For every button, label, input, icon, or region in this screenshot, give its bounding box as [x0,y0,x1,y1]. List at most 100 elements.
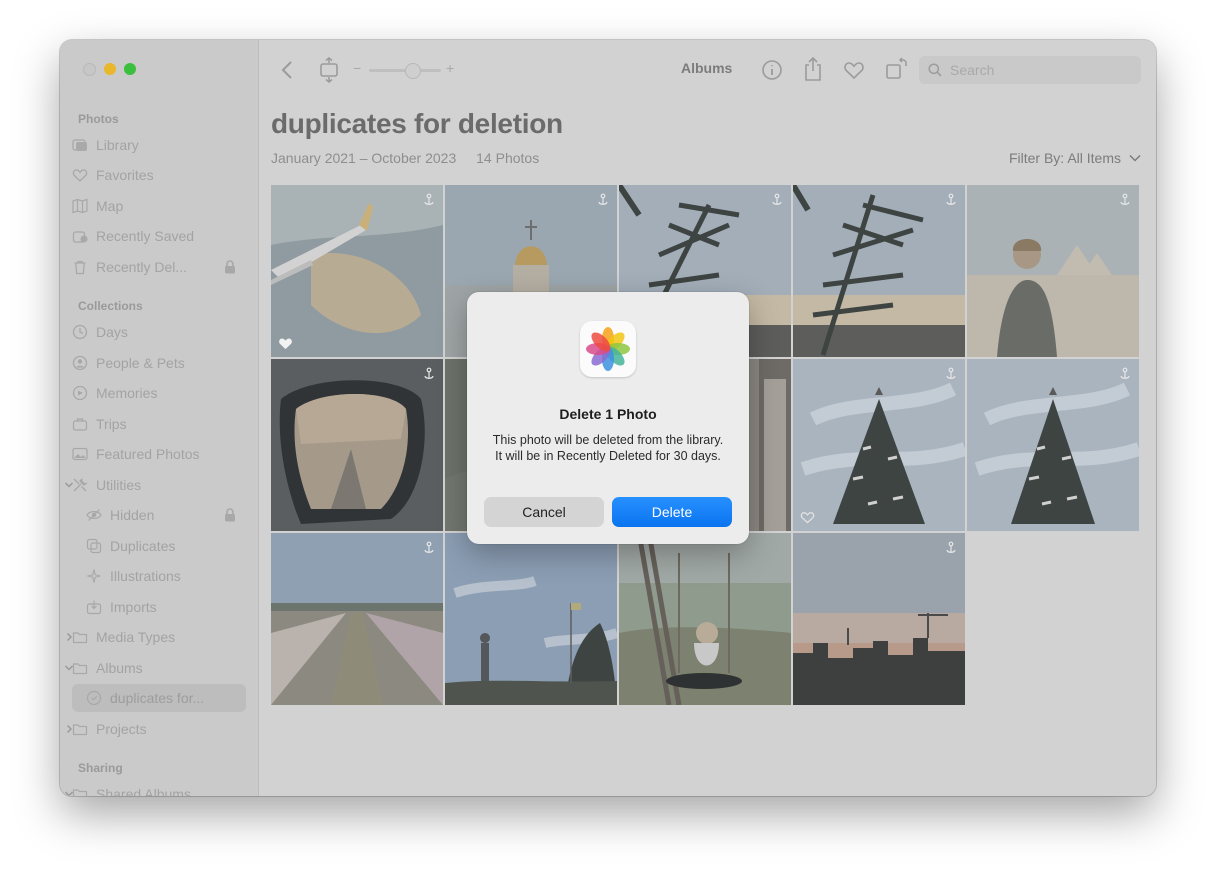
shared-album-icon [72,786,88,796]
zoom-out-button[interactable]: − [353,60,361,76]
sidebar-item-recently-saved[interactable]: Recently Saved [72,222,246,250]
dialog-title: Delete 1 Photo [559,406,657,422]
sidebar-item-featured-photos[interactable]: Featured Photos [72,440,246,468]
sidebar-item-label: Trips [96,416,127,432]
sidebar-item-trips[interactable]: Trips [72,410,246,438]
photo-thumbnail-motherland-monument[interactable] [445,533,617,705]
sidebar-item-media-types[interactable]: Media Types [66,623,246,651]
trash-icon [72,259,88,275]
duplicate-anchor-icon [1120,367,1130,379]
photo-image [793,359,965,531]
duplicate-anchor-icon [598,193,608,205]
chevron-down-icon[interactable] [64,479,74,491]
album-date-range: January 2021 – October 2023 [271,150,457,166]
close-window-button[interactable] [83,63,96,76]
chevron-right-icon[interactable] [64,723,74,735]
duplicate-anchor-icon [424,367,434,379]
favorited-heart-icon [279,338,292,350]
photo-thumbnail-airplane-wing[interactable] [271,185,443,357]
photo-thumbnail-christmas-tree-duplicate[interactable] [967,359,1139,531]
sidebar-item-recently-deleted[interactable]: Recently Del... [72,253,246,281]
favorite-heart-icon[interactable] [843,59,865,81]
back-icon[interactable] [280,60,294,80]
sidebar-item-label: Library [96,137,139,153]
photo-thumbnail-woman-pyramids[interactable] [967,185,1139,357]
import-icon [86,599,102,615]
sidebar-item-duplicates-for-deletion[interactable]: duplicates for... [72,684,246,712]
cancel-button[interactable]: Cancel [484,497,604,527]
photo-thumbnail-car-mirror[interactable] [271,359,443,531]
chevron-down-icon [1129,154,1141,162]
search-icon [928,63,942,77]
filter-menu[interactable]: Filter By: All Items [1009,150,1141,166]
sidebar-item-days[interactable]: Days [72,318,246,346]
sidebar-item-label: Albums [96,660,143,676]
duplicate-anchor-icon [772,193,782,205]
album-title: duplicates for deletion [271,108,563,139]
share-icon[interactable] [802,56,824,82]
sidebar-item-map[interactable]: Map [72,192,246,220]
sidebar-item-utilities[interactable]: Utilities [64,471,246,499]
sidebar-item-label: Map [96,198,124,214]
sidebar-item-hidden[interactable]: Hidden [86,501,246,529]
sidebar-item-label: Imports [110,599,157,615]
sidebar-item-favorites[interactable]: Favorites [72,161,246,189]
sidebar-item-people-pets[interactable]: People & Pets [72,349,246,377]
sidebar-item-duplicates[interactable]: Duplicates [86,532,246,560]
photo-thumbnail-christmas-tree[interactable] [793,359,965,531]
sidebar-item-label: Featured Photos [96,446,200,462]
chevron-right-icon[interactable] [64,631,74,643]
sidebar-item-shared-albums[interactable]: Shared Albums [64,780,246,796]
zoom-in-button[interactable]: + [446,60,454,76]
search-input[interactable] [948,61,1132,79]
zoom-slider-knob[interactable] [405,63,421,79]
dialog-message: This photo will be deleted from the libr… [492,433,724,463]
chevron-down-icon[interactable] [64,662,74,674]
zoom-window-button[interactable] [124,63,136,75]
sidebar-item-library[interactable]: Library [72,131,246,159]
search-field[interactable] [919,56,1141,84]
delete-confirmation-dialog: Delete 1 Photo This photo will be delete… [467,292,749,544]
sidebar-item-label: Recently Del... [96,259,188,275]
album-photo-count: 14 Photos [476,150,540,166]
chevron-down-icon[interactable] [64,788,74,796]
delete-button[interactable]: Delete [612,497,732,527]
sidebar-item-label: Illustrations [110,568,181,584]
minimize-window-button[interactable] [104,63,116,75]
filter-label: Filter By: All Items [1008,150,1121,166]
sidebar-item-memories[interactable]: Memories [72,379,246,407]
photo-thumbnail-pine-sunset-duplicate[interactable] [793,185,965,357]
section-photos: Photos [78,112,119,126]
toolbar-title: Albums [681,60,733,76]
sidebar-item-albums[interactable]: Albums [64,654,246,682]
section-sharing: Sharing [78,761,123,775]
folder-icon [72,629,88,645]
photo-thumbnail-tulip-field[interactable] [271,533,443,705]
heart-icon [72,167,88,183]
rotate-icon[interactable] [885,56,909,82]
section-collections: Collections [78,299,143,313]
sidebar-item-illustrations[interactable]: Illustrations [86,562,246,590]
duplicate-anchor-icon [946,367,956,379]
photo-image [445,533,617,705]
sidebar-item-projects[interactable]: Projects [66,715,246,743]
lock-icon [225,508,235,522]
sidebar-item-imports[interactable]: Imports [86,593,246,621]
sidebar-item-label: Projects [96,721,147,737]
sidebar-item-label: Media Types [96,629,176,645]
duplicate-anchor-icon [946,193,956,205]
sidebar-item-label: duplicates for... [110,690,205,706]
photo-thumbnail-city-sunset[interactable] [793,533,965,705]
info-icon[interactable] [761,59,783,81]
tools-icon [72,477,88,493]
photo-thumbnail-child-swing[interactable] [619,533,791,705]
duplicate-anchor-icon [1120,193,1130,205]
clock-icon [72,324,88,340]
aspect-ratio-icon[interactable] [318,57,340,83]
duplicate-anchor-icon [946,541,956,553]
album-icon [86,690,102,706]
photos-flower-icon [586,327,630,371]
photo-image [793,533,965,705]
sidebar-item-label: Favorites [96,167,154,183]
photo-image [271,359,443,531]
